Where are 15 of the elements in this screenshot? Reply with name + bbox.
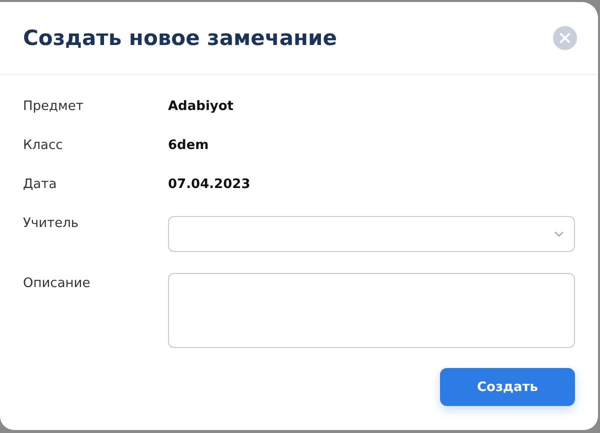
dialog-title: Создать новое замечание: [23, 26, 337, 50]
field-value: 6dem: [168, 138, 209, 155]
close-icon: [560, 33, 570, 43]
field-label: Дата: [23, 177, 58, 194]
field-label: Описание: [23, 275, 92, 293]
description-field[interactable]: [168, 273, 575, 348]
field-value: Adabiyot: [168, 99, 234, 116]
field-label: Учитель: [23, 216, 80, 233]
field-value: 07.04.2023: [168, 177, 250, 194]
create-button[interactable]: Создать: [440, 368, 575, 406]
teacher-select[interactable]: [168, 216, 575, 252]
close-button[interactable]: [553, 26, 577, 50]
field-label: Предмет: [23, 99, 84, 116]
field-label: Класс: [23, 138, 64, 155]
chevron-down-icon: [554, 231, 564, 237]
